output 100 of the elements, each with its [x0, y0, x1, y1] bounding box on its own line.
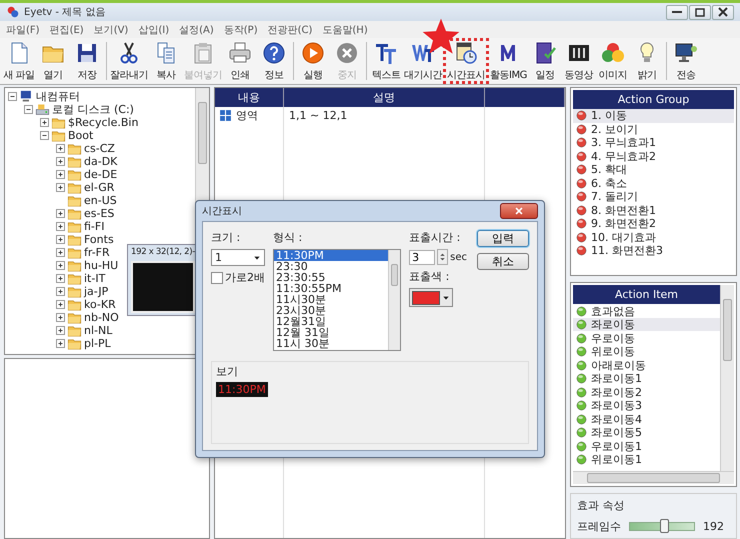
menu-item[interactable]: 전광판(C): [268, 22, 312, 36]
list-item[interactable]: 좌로이동3: [573, 398, 720, 412]
tree-item[interactable]: fr-FR: [84, 246, 110, 259]
scroll-thumb[interactable]: [723, 299, 732, 362]
list-item[interactable]: 9. 화면전환2: [573, 217, 734, 230]
tree-item[interactable]: 로컬 디스크 (C:): [52, 102, 134, 117]
list-option[interactable]: 11:30PM: [274, 250, 388, 261]
scroll-thumb[interactable]: [587, 473, 720, 483]
list-option[interactable]: 23시30분: [274, 305, 388, 316]
list-item[interactable]: 아래로이동: [573, 358, 720, 372]
toolbar-button[interactable]: 활동IMG: [489, 38, 528, 84]
menu-item[interactable]: 동작(P): [224, 22, 258, 36]
column-header[interactable]: 설명: [284, 88, 485, 107]
list-item[interactable]: 10. 대기효과: [573, 230, 734, 244]
tree-item[interactable]: Boot: [68, 129, 94, 142]
toolbar-button[interactable]: 동영상: [562, 38, 596, 84]
close-button[interactable]: [500, 203, 538, 219]
expand-toggle[interactable]: [56, 209, 65, 218]
expand-toggle[interactable]: [56, 313, 65, 322]
toolbar-button[interactable]: 잘라내기: [109, 38, 149, 84]
collapse-toggle[interactable]: [8, 92, 17, 101]
expand-toggle[interactable]: [56, 339, 65, 348]
list-item[interactable]: 좌로이동: [573, 318, 720, 332]
menu-item[interactable]: 도움말(H): [322, 22, 368, 36]
toolbar-button[interactable]: 복사: [149, 38, 183, 84]
list-option[interactable]: 11시30분: [274, 294, 388, 305]
tree-item[interactable]: el-GR: [84, 181, 114, 194]
tree-item[interactable]: fi-FI: [84, 220, 104, 233]
tree-item[interactable]: 내컴퓨터: [36, 89, 80, 104]
list-option[interactable]: 23:30: [274, 261, 388, 272]
toolbar-button[interactable]: 시간표시: [443, 38, 489, 84]
toolbar-button[interactable]: 밝기: [630, 38, 664, 84]
tree-item[interactable]: Fonts: [84, 233, 114, 246]
scrollbar[interactable]: [573, 471, 734, 484]
list-option[interactable]: 11:30:55PM: [274, 283, 388, 294]
expand-toggle[interactable]: [56, 300, 65, 309]
menu-item[interactable]: 편집(E): [50, 22, 84, 36]
expand-toggle[interactable]: [40, 118, 49, 127]
toolbar-button[interactable]: 전송: [668, 38, 703, 84]
tree-item[interactable]: nb-NO: [84, 311, 119, 324]
expand-toggle[interactable]: [56, 326, 65, 335]
list-item[interactable]: 위로이동1: [573, 452, 720, 466]
expand-toggle[interactable]: [56, 235, 65, 244]
toolbar-button[interactable]: 텍스트: [369, 38, 403, 84]
collapse-toggle[interactable]: [40, 131, 49, 140]
expand-toggle[interactable]: [56, 287, 65, 296]
tree-item[interactable]: de-DE: [84, 168, 118, 181]
list-item[interactable]: 1. 이동: [573, 109, 734, 122]
list-item[interactable]: 11. 화면전환3: [573, 244, 734, 258]
expand-toggle[interactable]: [56, 183, 65, 192]
tree-item[interactable]: $Recycle.Bin: [68, 116, 138, 129]
column-header[interactable]: 내용: [215, 88, 284, 107]
menu-item[interactable]: 파일(F): [6, 22, 40, 36]
expand-toggle[interactable]: [56, 170, 65, 179]
toolbar-button[interactable]: 실행: [296, 38, 330, 84]
menu-item[interactable]: 설정(A): [179, 22, 214, 36]
tree-item[interactable]: en-US: [84, 194, 117, 207]
toolbar-button[interactable]: 저장: [70, 38, 104, 84]
expand-toggle[interactable]: [56, 248, 65, 257]
color-dropdown[interactable]: [409, 288, 454, 307]
list-item[interactable]: 우로이동: [573, 331, 720, 345]
list-item[interactable]: 위로이동: [573, 344, 720, 358]
toolbar-button[interactable]: 정보: [257, 38, 291, 84]
list-item[interactable]: 5. 확대: [573, 163, 734, 176]
expand-toggle[interactable]: [56, 144, 65, 153]
checkbox[interactable]: 가로2배: [211, 270, 265, 285]
list-item[interactable]: 좌로이동5: [573, 426, 720, 440]
expand-toggle[interactable]: [56, 261, 65, 270]
slider[interactable]: [629, 522, 695, 531]
list-item[interactable]: 좌로이동1: [573, 372, 720, 386]
list-item[interactable]: 4. 무늬효과2: [573, 150, 734, 163]
tree-item[interactable]: ko-KR: [84, 298, 116, 311]
toolbar-button[interactable]: 대기시간: [403, 38, 443, 84]
list-option[interactable]: 11시 30분: [274, 338, 388, 349]
collapse-toggle[interactable]: [24, 105, 33, 114]
scroll-thumb[interactable]: [198, 102, 207, 164]
expand-toggle[interactable]: [56, 157, 65, 166]
list-item[interactable]: 6. 축소: [573, 176, 734, 190]
list-item[interactable]: 좌로이동2: [573, 385, 720, 399]
minimize-button[interactable]: [666, 4, 688, 20]
list-option[interactable]: 12월31일: [274, 316, 388, 327]
toolbar-button[interactable]: 일정: [528, 38, 562, 84]
menu-item[interactable]: 삽입(I): [138, 22, 170, 36]
list-option[interactable]: 23:30:55: [274, 272, 388, 283]
dialog-button[interactable]: 입력: [476, 230, 529, 247]
list-item[interactable]: 2. 보이기: [573, 122, 734, 136]
scrollbar[interactable]: [388, 250, 400, 350]
menu-item[interactable]: 보기(V): [94, 22, 128, 36]
tree-item[interactable]: hu-HU: [84, 259, 118, 272]
list-item[interactable]: 7. 돌리기: [573, 190, 734, 204]
dialog-button[interactable]: 취소: [476, 253, 529, 270]
toolbar-button[interactable]: 이미지: [596, 38, 630, 84]
expand-toggle[interactable]: [56, 222, 65, 231]
tree-item[interactable]: da-DK: [84, 155, 118, 168]
spin-buttons[interactable]: [437, 249, 448, 265]
format-list[interactable]: 11:30PM 23:30 23:30:55 11:30:55PM 11시30분 23시30분 12월31일 12월 31일 11시 30분: [273, 249, 402, 351]
close-button[interactable]: [712, 4, 734, 20]
tree-item[interactable]: ja-JP: [84, 285, 108, 298]
scroll-thumb[interactable]: [391, 264, 398, 286]
number-field[interactable]: 3: [409, 250, 436, 264]
